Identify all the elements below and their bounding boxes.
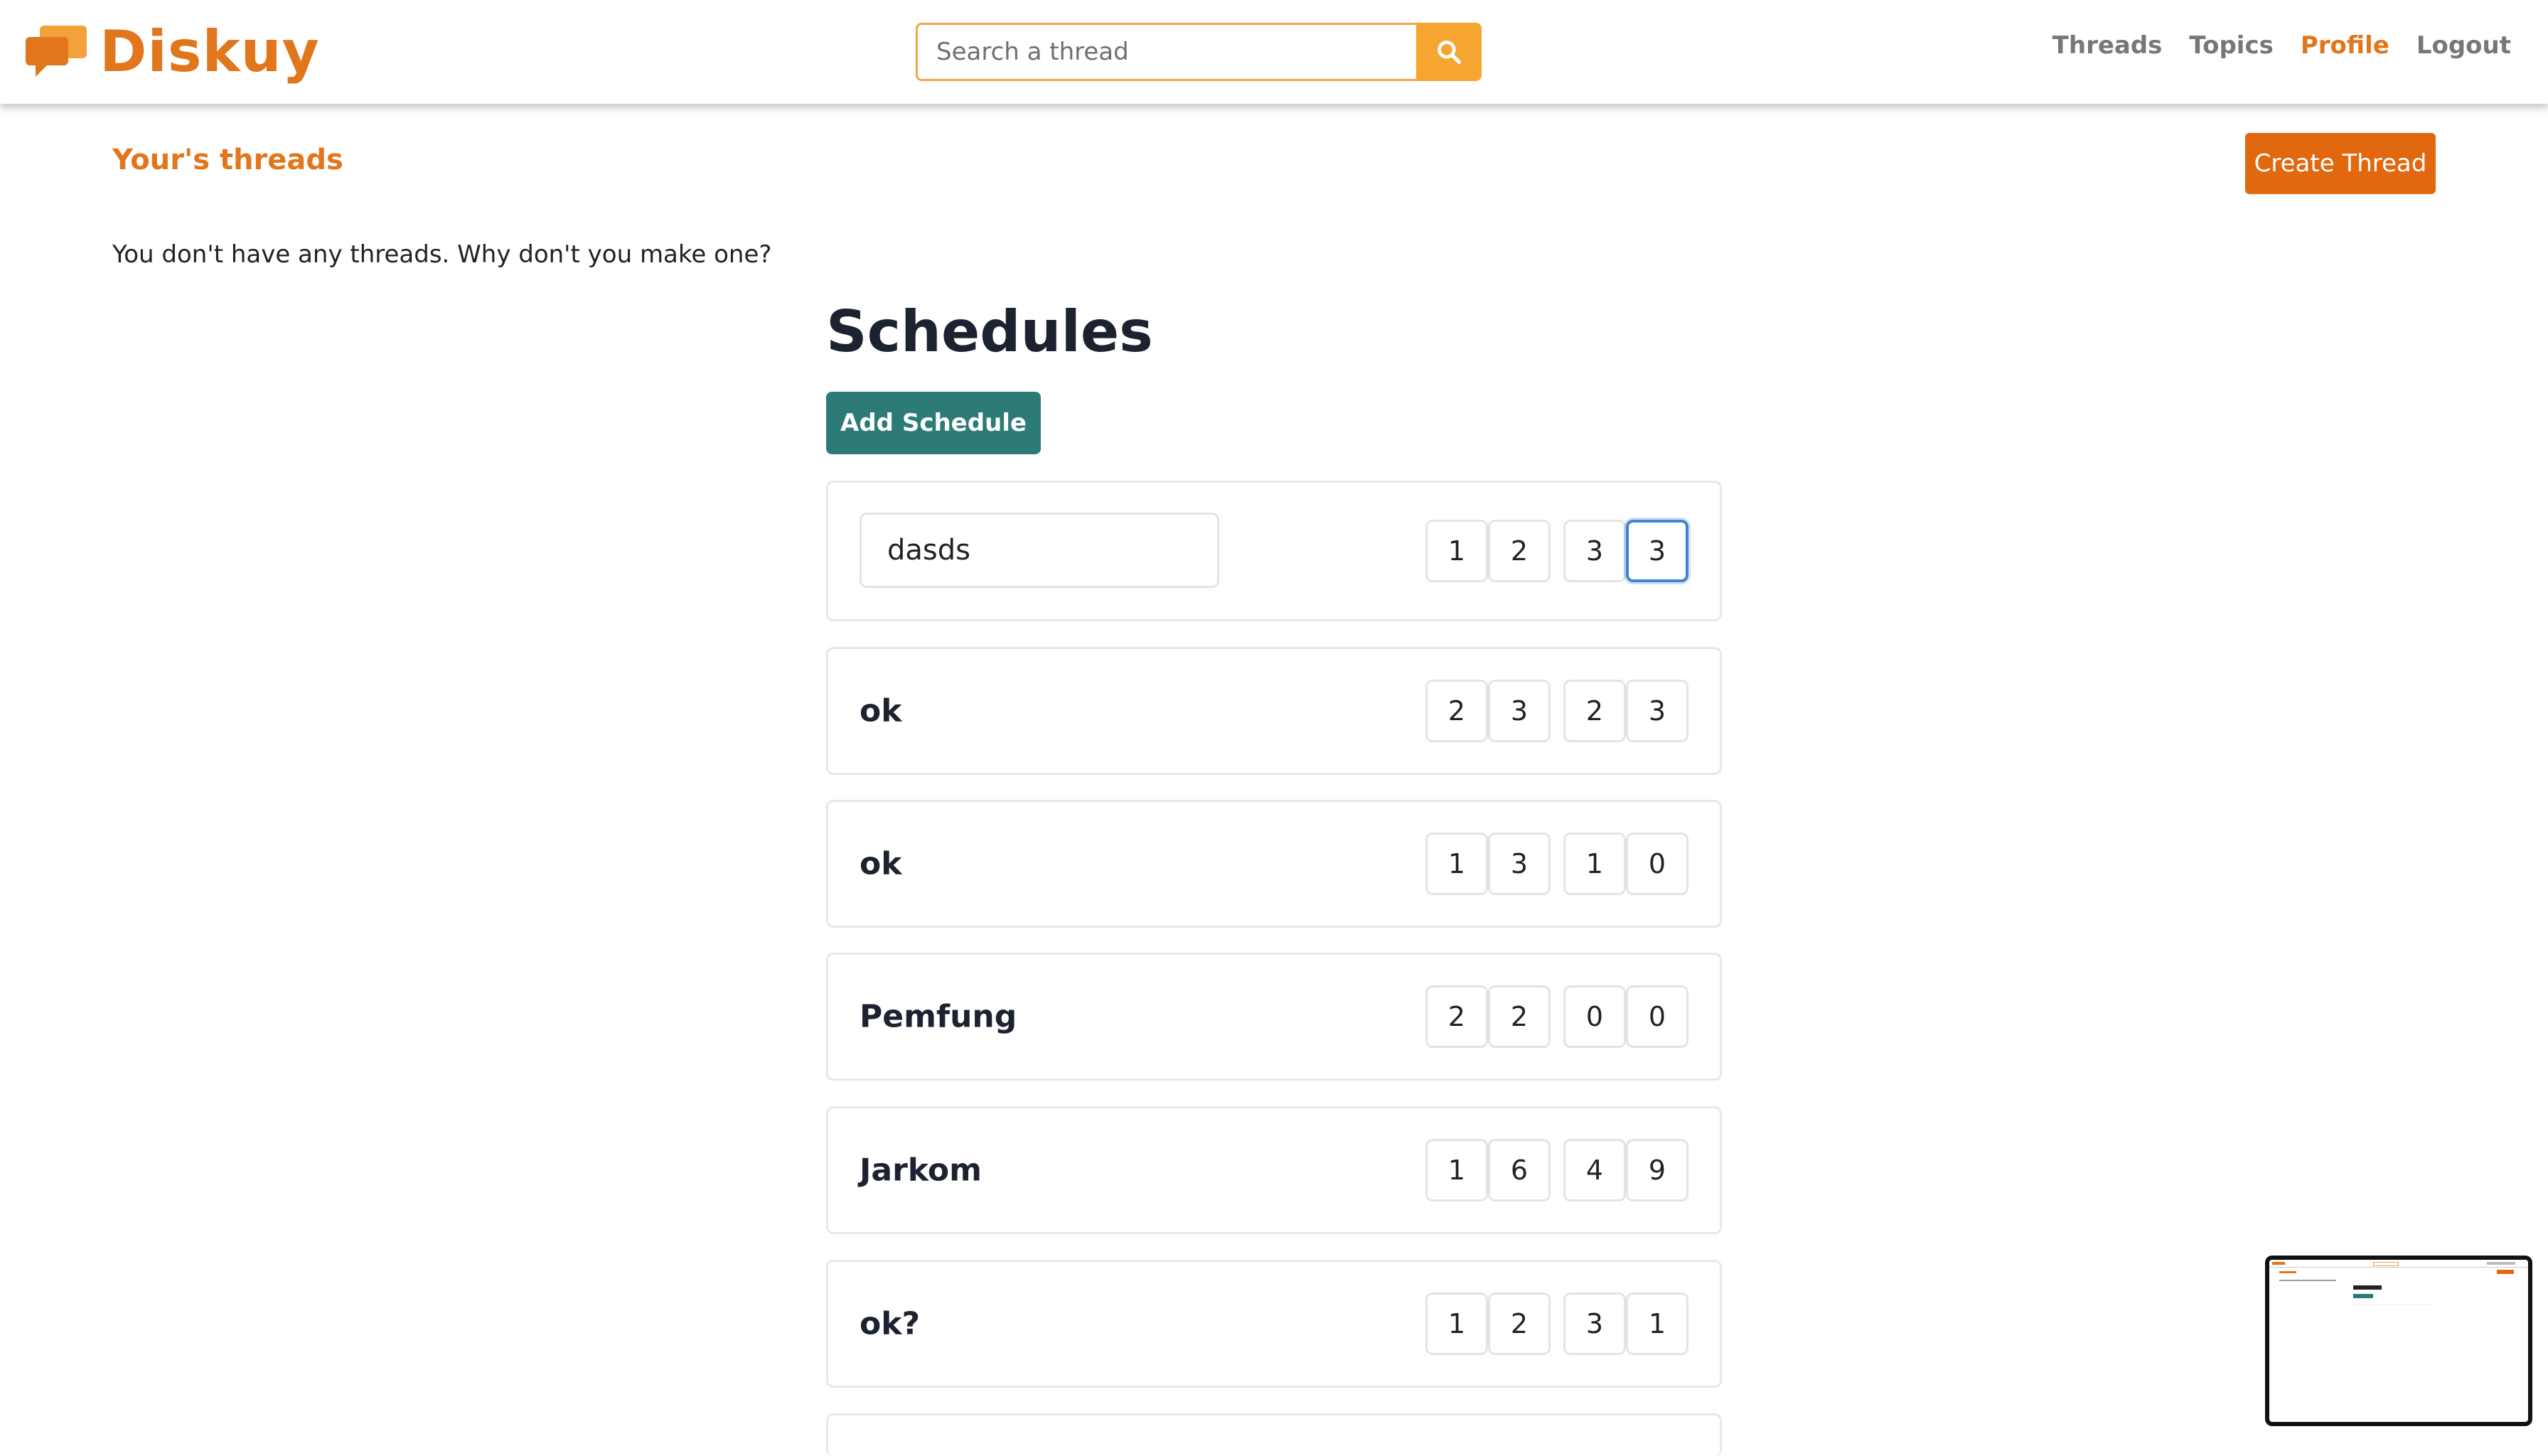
nav-profile[interactable]: Profile — [2301, 31, 2389, 60]
search-button[interactable] — [1416, 23, 1482, 81]
schedule-card[interactable]: ok 2 3 2 3 — [826, 647, 1722, 775]
digit-input-focused[interactable] — [1626, 520, 1688, 582]
digit-box: 0 — [1563, 985, 1626, 1048]
brand-logo[interactable]: Diskuy — [24, 16, 320, 87]
schedule-digits: 1 6 4 9 — [1425, 1139, 1690, 1201]
schedule-name: ok? — [860, 1305, 921, 1342]
schedule-card-partial[interactable] — [826, 1413, 1722, 1456]
schedule-card[interactable]: ok 1 3 1 0 — [826, 800, 1722, 928]
screenshot-thumbnail[interactable] — [2265, 1256, 2532, 1426]
nav-logout[interactable]: Logout — [2416, 31, 2511, 60]
digit-box: 2 — [1425, 680, 1488, 742]
thumbnail-preview — [2269, 1260, 2528, 1422]
schedule-name-input[interactable] — [860, 513, 1219, 588]
schedule-digits — [1425, 520, 1690, 582]
empty-threads-message: You don't have any threads. Why don't yo… — [112, 240, 772, 269]
digit-box: 3 — [1626, 680, 1688, 742]
schedule-edit-card — [826, 481, 1722, 621]
digit-box: 2 — [1563, 680, 1626, 742]
digit-input[interactable] — [1425, 520, 1488, 582]
create-thread-button[interactable]: Create Thread — [2245, 133, 2436, 194]
search-bar — [916, 23, 1482, 81]
navbar: Diskuy Threads Topics Profile Logout — [0, 0, 2548, 104]
schedule-name: Jarkom — [860, 1152, 982, 1189]
digit-box: 3 — [1488, 833, 1551, 895]
digit-input[interactable] — [1488, 520, 1551, 582]
schedule-card[interactable]: ok? 1 2 3 1 — [826, 1260, 1722, 1388]
digit-box: 1 — [1425, 833, 1488, 895]
nav-topics[interactable]: Topics — [2189, 31, 2273, 60]
schedule-digits: 2 2 0 0 — [1425, 985, 1690, 1048]
digit-box: 1 — [1626, 1292, 1688, 1355]
digit-box: 4 — [1563, 1139, 1626, 1201]
threads-title: Your's threads — [112, 144, 343, 176]
add-schedule-button[interactable]: Add Schedule — [826, 392, 1041, 454]
nav-links: Threads Topics Profile Logout — [2052, 31, 2511, 60]
digit-box: 9 — [1626, 1139, 1688, 1201]
digit-box: 1 — [1425, 1139, 1488, 1201]
schedule-digits: 1 2 3 1 — [1425, 1292, 1690, 1355]
schedule-name: ok — [860, 845, 902, 882]
schedule-digits: 1 3 1 0 — [1425, 833, 1690, 895]
digit-box: 2 — [1488, 985, 1551, 1048]
digit-box: 0 — [1626, 833, 1688, 895]
schedule-name: Pemfung — [860, 998, 1017, 1035]
schedule-card[interactable]: Jarkom 1 6 4 9 — [826, 1106, 1722, 1234]
digit-box: 3 — [1488, 680, 1551, 742]
digit-box: 2 — [1488, 1292, 1551, 1355]
brand-name: Diskuy — [100, 18, 320, 85]
digit-box: 2 — [1425, 985, 1488, 1048]
search-icon — [1438, 41, 1461, 64]
digit-box: 1 — [1425, 1292, 1488, 1355]
nav-threads[interactable]: Threads — [2052, 31, 2163, 60]
digit-box: 3 — [1563, 1292, 1626, 1355]
digit-box: 0 — [1626, 985, 1688, 1048]
search-input[interactable] — [916, 23, 1416, 81]
digit-box: 6 — [1488, 1139, 1551, 1201]
digit-box: 1 — [1563, 833, 1626, 895]
chat-bubbles-icon — [26, 26, 87, 77]
schedules-title: Schedules — [826, 299, 1153, 365]
digit-input[interactable] — [1563, 520, 1626, 582]
schedule-digits: 2 3 2 3 — [1425, 680, 1690, 742]
schedule-card[interactable]: Pemfung 2 2 0 0 — [826, 953, 1722, 1081]
schedule-name: ok — [860, 692, 902, 729]
